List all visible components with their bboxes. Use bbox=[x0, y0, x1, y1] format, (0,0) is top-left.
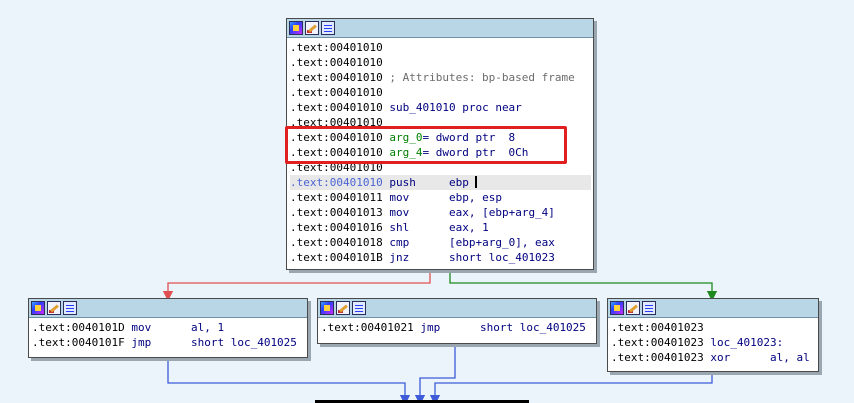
line-address[interactable]: .text:00401010 bbox=[290, 176, 383, 189]
instruction-operands[interactable]: [ebp+arg_0], eax bbox=[449, 236, 555, 249]
line-address[interactable]: .text:0040101F bbox=[32, 336, 125, 349]
instruction-operands[interactable]: short loc_401023 bbox=[449, 251, 555, 264]
text-listing-icon[interactable] bbox=[642, 301, 656, 315]
instruction-mnemonic[interactable]: jmp bbox=[420, 321, 440, 334]
code-line[interactable]: .text:00401021 jmp short loc_401025 bbox=[321, 320, 594, 335]
block-header bbox=[318, 299, 596, 318]
instruction-operands[interactable]: al, 1 bbox=[191, 321, 224, 334]
code-line[interactable]: .text:00401011 mov ebp, esp bbox=[290, 190, 591, 205]
graph-overview-icon[interactable] bbox=[320, 301, 334, 315]
instruction-mnemonic[interactable]: mov bbox=[389, 191, 409, 204]
line-address[interactable]: .text:00401010 bbox=[290, 71, 383, 84]
edge-true-branch bbox=[449, 268, 718, 302]
line-address[interactable]: .text:00401013 bbox=[290, 206, 383, 219]
line-address[interactable]: .text:00401010 bbox=[290, 101, 383, 114]
code-line[interactable]: .text:00401010 bbox=[290, 55, 591, 70]
code-lines: .text:0040101D mov al, 1 .text:0040101F j… bbox=[29, 318, 307, 352]
code-line[interactable]: .text:00401010 sub_401010 proc near bbox=[290, 100, 591, 115]
line-address[interactable]: .text:00401023 bbox=[611, 336, 704, 349]
instruction-mnemonic[interactable]: sub_401010 bbox=[389, 101, 455, 114]
line-address[interactable]: .text:00401021 bbox=[321, 321, 414, 334]
graph-overview-icon[interactable] bbox=[31, 301, 45, 315]
line-address[interactable]: .text:00401011 bbox=[290, 191, 383, 204]
instruction-operands[interactable]: short loc_401025 bbox=[480, 321, 586, 334]
code-line[interactable]: .text:00401018 cmp [ebp+arg_0], eax bbox=[290, 235, 591, 250]
text-listing-icon[interactable] bbox=[321, 21, 335, 35]
instruction-operands[interactable]: proc near bbox=[462, 101, 522, 114]
code-line[interactable]: .text:00401023 loc_401023: bbox=[611, 335, 816, 350]
instruction-mnemonic[interactable]: mov bbox=[389, 206, 409, 219]
code-line[interactable]: .text:00401010 bbox=[290, 40, 591, 55]
text-cursor bbox=[474, 176, 477, 188]
code-line[interactable]: .text:00401010 bbox=[290, 85, 591, 100]
highlight-box bbox=[285, 126, 567, 164]
jmp-block[interactable]: .text:00401021 jmp short loc_401025 bbox=[317, 298, 597, 344]
code-line[interactable]: .text:00401023 xor al, al bbox=[611, 350, 816, 365]
false-branch-block[interactable]: .text:0040101D mov al, 1 .text:0040101F j… bbox=[28, 298, 308, 358]
code-line[interactable]: .text:00401023 bbox=[611, 320, 816, 335]
instruction-operands[interactable]: ebp bbox=[449, 176, 469, 189]
instruction-mnemonic[interactable]: jnz bbox=[389, 251, 409, 264]
code-line[interactable]: .text:00401010 ; Attributes: bp-based fr… bbox=[290, 70, 591, 85]
instruction-mnemonic[interactable]: loc_401023: bbox=[710, 336, 783, 349]
edit-icon[interactable] bbox=[626, 301, 640, 315]
edge-left-to-exit bbox=[167, 357, 411, 403]
instruction-mnemonic[interactable]: xor bbox=[710, 351, 730, 364]
block-header bbox=[29, 299, 307, 318]
instruction-operands[interactable]: eax, [ebp+arg_4] bbox=[449, 206, 555, 219]
edge-mid-to-exit bbox=[414, 343, 456, 403]
true-branch-block[interactable]: .text:00401023 .text:00401023 loc_401023:… bbox=[607, 298, 819, 372]
edit-icon[interactable] bbox=[47, 301, 61, 315]
line-comment[interactable]: ; Attributes: bp-based frame bbox=[389, 71, 574, 84]
graph-overview-icon[interactable] bbox=[289, 21, 303, 35]
block-header bbox=[287, 19, 593, 38]
line-address[interactable]: .text:00401010 bbox=[290, 41, 383, 54]
text-listing-icon[interactable] bbox=[63, 301, 77, 315]
edit-icon[interactable] bbox=[336, 301, 350, 315]
line-address[interactable]: .text:0040101D bbox=[32, 321, 125, 334]
instruction-mnemonic[interactable]: cmp bbox=[389, 236, 409, 249]
code-lines: .text:00401021 jmp short loc_401025 bbox=[318, 318, 596, 337]
line-address[interactable]: .text:00401023 bbox=[611, 321, 704, 334]
line-address[interactable]: .text:00401010 bbox=[290, 86, 383, 99]
edit-icon[interactable] bbox=[305, 21, 319, 35]
code-lines: .text:00401023 .text:00401023 loc_401023:… bbox=[608, 318, 818, 367]
instruction-operands[interactable]: al, al bbox=[770, 351, 810, 364]
instruction-operands[interactable]: ebp, esp bbox=[449, 191, 502, 204]
code-line[interactable]: .text:0040101D mov al, 1 bbox=[32, 320, 305, 335]
instruction-mnemonic[interactable]: shl bbox=[389, 221, 409, 234]
line-address[interactable]: .text:00401010 bbox=[290, 56, 383, 69]
code-line[interactable]: .text:00401010 push ebp bbox=[290, 175, 591, 190]
line-address[interactable]: .text:00401018 bbox=[290, 236, 383, 249]
text-listing-icon[interactable] bbox=[352, 301, 366, 315]
line-address[interactable]: .text:00401023 bbox=[611, 351, 704, 364]
code-line[interactable]: .text:0040101F jmp short loc_401025 bbox=[32, 335, 305, 350]
code-line[interactable]: .text:00401013 mov eax, [ebp+arg_4] bbox=[290, 205, 591, 220]
instruction-mnemonic[interactable]: mov bbox=[131, 321, 151, 334]
edge-false-branch bbox=[162, 268, 431, 302]
graph-overview-icon[interactable] bbox=[610, 301, 624, 315]
instruction-operands[interactable]: short loc_401025 bbox=[191, 336, 297, 349]
edge-right-to-exit bbox=[429, 371, 713, 403]
instruction-mnemonic[interactable]: jmp bbox=[131, 336, 151, 349]
code-line[interactable]: .text:0040101B jnz short loc_401023 bbox=[290, 250, 591, 265]
code-line[interactable]: .text:00401016 shl eax, 1 bbox=[290, 220, 591, 235]
line-address[interactable]: .text:0040101B bbox=[290, 251, 383, 264]
block-header bbox=[608, 299, 818, 318]
line-address[interactable]: .text:00401016 bbox=[290, 221, 383, 234]
instruction-mnemonic[interactable]: push bbox=[389, 176, 416, 189]
instruction-operands[interactable]: eax, 1 bbox=[449, 221, 489, 234]
